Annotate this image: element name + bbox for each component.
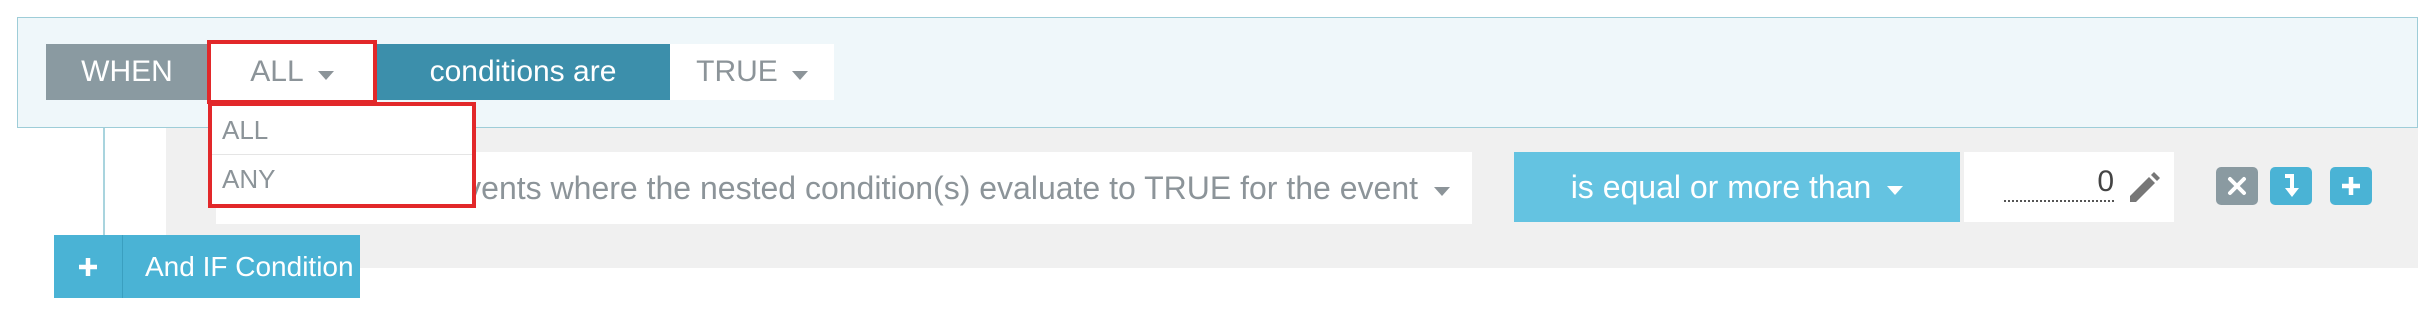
caret-down-icon [1434, 186, 1450, 196]
truth-selected-value: TRUE [696, 55, 778, 88]
value-input[interactable]: 0 [2004, 166, 2114, 202]
pencil-icon[interactable] [2122, 166, 2162, 206]
truth-dropdown-button[interactable]: TRUE [670, 44, 834, 100]
operator-label: is equal or more than [1570, 168, 1872, 205]
caret-down-icon [791, 70, 808, 80]
close-icon [2228, 177, 2246, 195]
plus-icon [54, 235, 123, 298]
caret-down-icon [1887, 185, 1904, 195]
condition-field-text: Events where the nested condition(s) eva… [443, 169, 1418, 206]
plus-icon [2342, 177, 2360, 195]
add-condition-button[interactable] [2330, 167, 2372, 205]
when-label-text: WHEN [81, 55, 173, 88]
when-label: WHEN [46, 44, 208, 100]
arrow-down-icon [2285, 174, 2299, 197]
highlight-box-quantifier [207, 40, 377, 104]
highlight-box-dropdown-menu [208, 102, 476, 208]
operator-dropdown-button[interactable]: is equal or more than [1514, 152, 1960, 222]
conditions-are-label: conditions are [376, 44, 670, 100]
nesting-connector-line [103, 128, 105, 236]
add-if-condition-button[interactable]: And IF Condition [54, 235, 360, 298]
add-if-condition-label: And IF Condition [145, 250, 354, 282]
remove-condition-button[interactable] [2216, 167, 2258, 205]
conditions-are-text: conditions are [429, 55, 617, 88]
nest-condition-button[interactable] [2270, 167, 2312, 205]
